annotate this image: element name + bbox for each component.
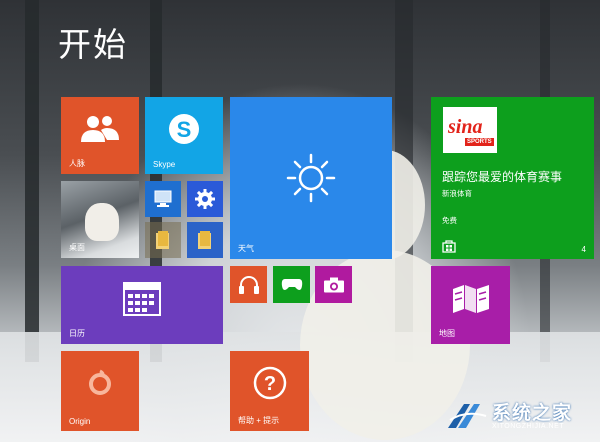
people-icon (81, 116, 119, 143)
sina-headline: 跟踪您最爱的体育赛事 (442, 170, 563, 184)
sina-app-name: 新浪体育 (442, 189, 472, 198)
tile-desktop[interactable]: 桌面 (61, 181, 139, 258)
tile-help-label: 帮助 + 提示 (238, 416, 280, 425)
computer-icon (154, 190, 172, 207)
watermark: 系统之家 XITONGZHIJIA.NET (444, 396, 594, 436)
calendar-icon (123, 281, 161, 316)
tile-people-label: 人脉 (69, 159, 85, 168)
tile-maps[interactable]: 地图 (431, 266, 510, 344)
map-icon (452, 284, 489, 313)
sina-logo: sina SPORTS (443, 107, 497, 153)
watermark-name: 系统之家 (492, 403, 573, 424)
sina-price: 免费 (442, 216, 457, 225)
tile-skype-label: Skype (153, 160, 176, 169)
tile-skype[interactable]: S Skype (145, 97, 223, 174)
sina-logo-text: sina (448, 116, 483, 138)
tile-pc-settings[interactable] (187, 181, 223, 217)
sina-logo-sports: SPORTS (465, 138, 494, 146)
tile-desktop-label: 桌面 (69, 243, 85, 252)
svg-text:?: ? (263, 373, 275, 395)
tile-music[interactable] (230, 266, 267, 303)
sun-icon (286, 153, 336, 203)
origin-icon (89, 369, 111, 395)
gear-icon (195, 189, 215, 209)
tile-file-explorer[interactable] (145, 222, 181, 258)
tile-camera[interactable] (315, 266, 352, 303)
tile-calendar-label: 日历 (69, 329, 85, 338)
tile-weather-label: 天气 (238, 244, 254, 253)
folder-icon (198, 231, 211, 249)
watermark-url: XITONGZHIJIA.NET (492, 423, 565, 430)
camera-icon (323, 277, 344, 292)
tile-xbox-games[interactable] (273, 266, 310, 303)
background-tree (25, 0, 39, 362)
tile-sina-sports[interactable]: sina SPORTS 跟踪您最爱的体育赛事 新浪体育 免费 4 (431, 97, 594, 259)
watermark-logo-icon (448, 404, 487, 428)
tile-help-tips[interactable]: ? 帮助 + 提示 (230, 351, 309, 431)
skype-icon: S (169, 114, 199, 145)
start-title: 开始 (58, 26, 128, 63)
tile-weather[interactable]: 天气 (230, 97, 392, 259)
tile-people[interactable]: 人脉 (61, 97, 139, 174)
tile-maps-label: 地图 (439, 329, 455, 338)
tile-file-explorer-2[interactable] (187, 222, 223, 258)
tile-origin[interactable]: Origin (61, 351, 139, 431)
store-icon (442, 240, 456, 253)
desktop-wallpaper-dog (85, 203, 119, 241)
sina-badge-count: 4 (581, 245, 586, 254)
svg-text:S: S (177, 117, 192, 142)
headphones-icon (238, 275, 259, 294)
tile-calendar[interactable]: 日历 (61, 266, 223, 344)
folder-icon (156, 231, 169, 249)
tile-origin-label: Origin (69, 417, 91, 426)
help-icon: ? (253, 366, 286, 400)
gamepad-icon (281, 278, 302, 290)
tile-this-pc[interactable] (145, 181, 181, 217)
